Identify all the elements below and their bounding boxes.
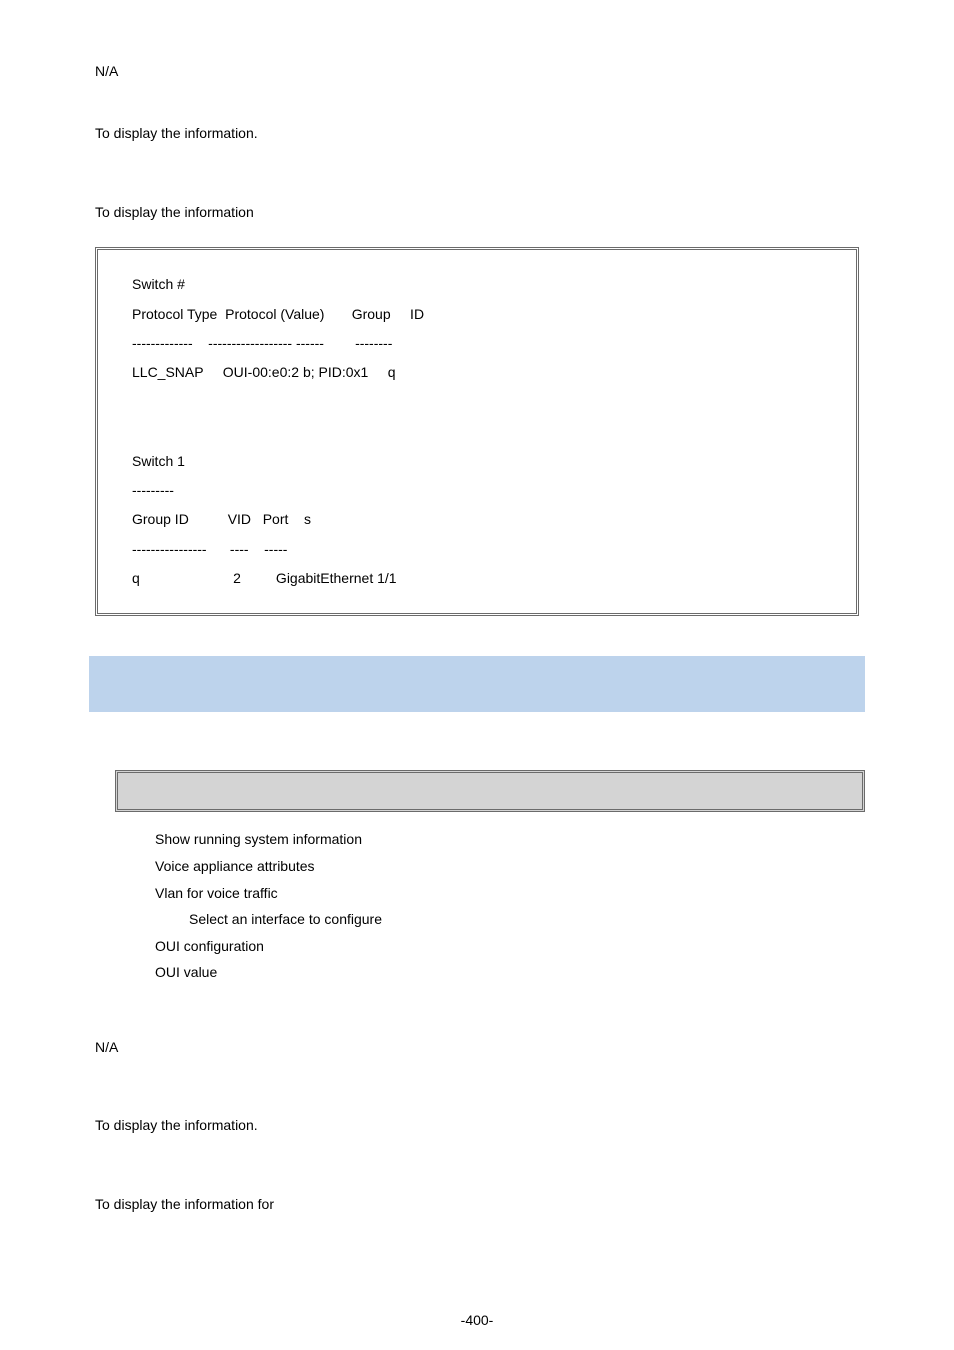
help-item-text: Select an interface to configure [189,911,382,927]
page-number: -400- [0,1312,954,1328]
code-output-block: Switch # Protocol Type Protocol (Value) … [95,247,859,616]
help-item-text: OUI value [155,964,217,980]
page-container: N/A To display the information. To displ… [0,0,954,1350]
usage-after-2: information. [185,1117,258,1133]
usage-before: To display the [95,125,185,141]
example-after: information [185,204,254,220]
code-text: Switch # Protocol Type Protocol (Value) … [132,276,424,586]
example-before-2: To display the [95,1196,185,1212]
example-before: To display the [95,204,185,220]
usage-line-2: To display the information. [95,1114,859,1136]
help-item: Select an interface to configure [155,906,859,933]
help-item-text: OUI configuration [155,938,264,954]
default-value: N/A [95,60,859,82]
help-item-text: Vlan for voice traffic [155,885,278,901]
example-line-2: To display the information for [95,1193,859,1215]
usage-line: To display the information. [95,122,859,144]
subsection-title-bar [115,770,865,812]
help-item: Voice appliance attributes [155,853,859,880]
usage-after: information. [185,125,258,141]
help-item: Show running system information [155,826,859,853]
page-number-text: -400- [461,1312,494,1328]
default-value-2-text: N/A [95,1039,118,1055]
section-heading-band [89,656,865,712]
help-item-text: Show running system information [155,831,362,847]
example-line: To display the information [95,201,859,223]
help-list: Show running system information Voice ap… [155,826,859,986]
example-after-2: information for [185,1196,274,1212]
usage-before-2: To display the [95,1117,185,1133]
help-item: Vlan for voice traffic [155,880,859,907]
default-value-text: N/A [95,63,118,79]
help-item: OUI value [155,959,859,986]
help-item-text: Voice appliance attributes [155,858,315,874]
default-value-2: N/A [95,1036,859,1058]
help-item: OUI configuration [155,933,859,960]
